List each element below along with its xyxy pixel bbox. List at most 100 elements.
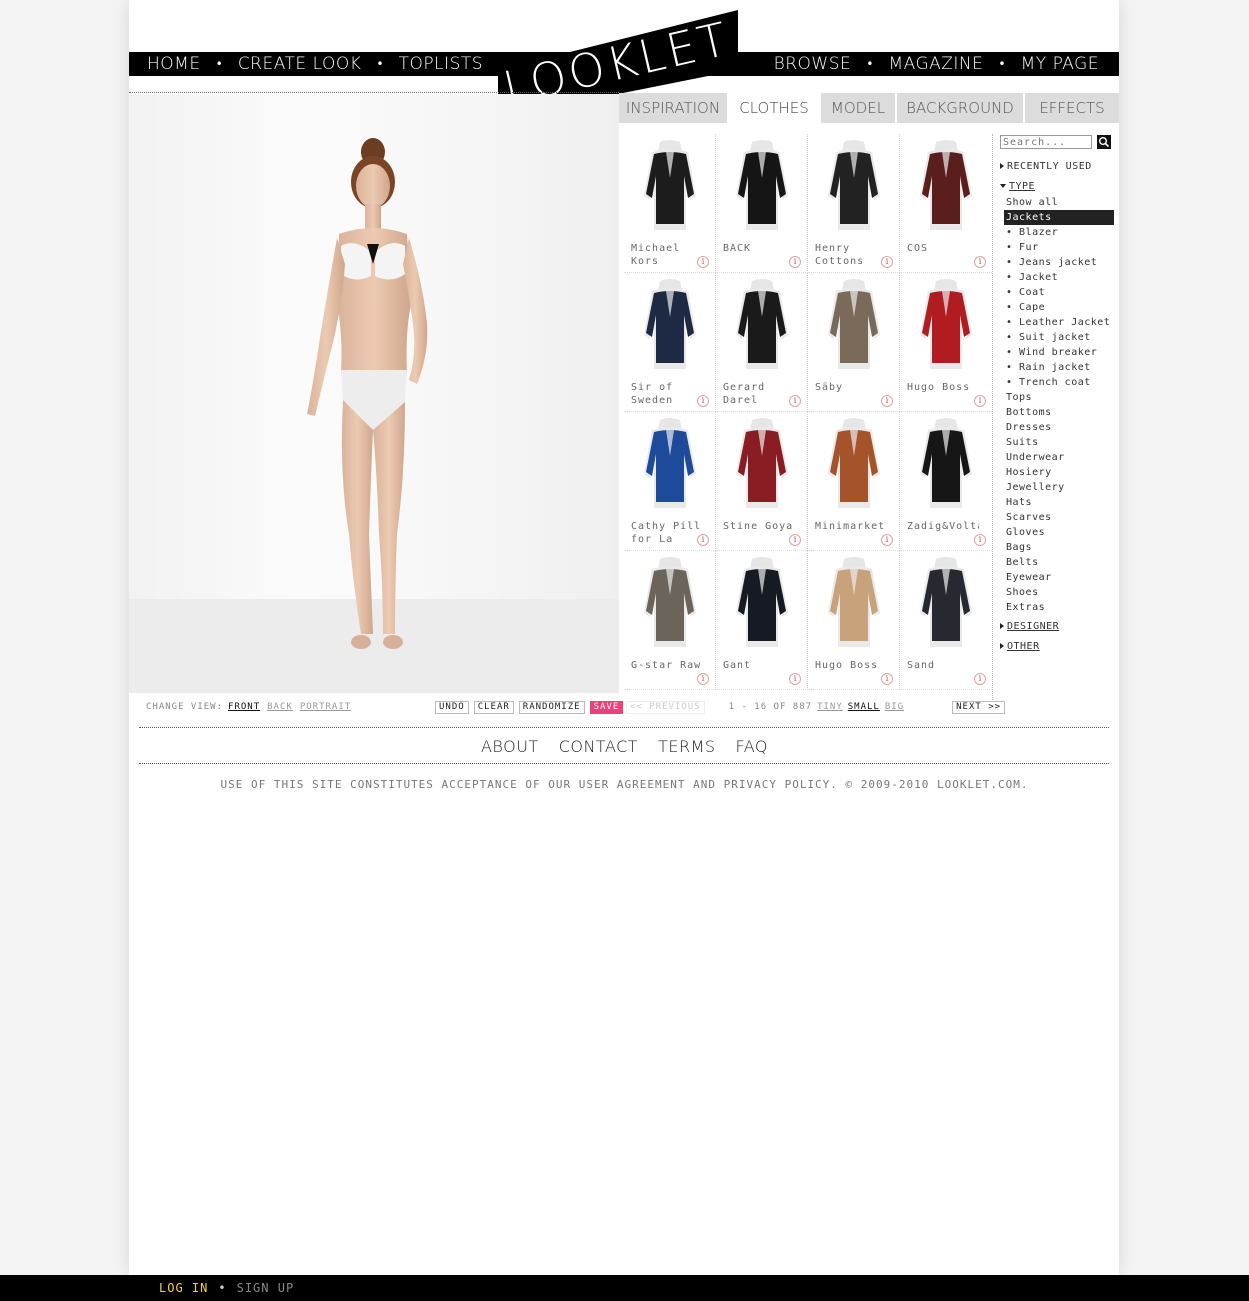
- type-item[interactable]: Hats: [1000, 495, 1115, 510]
- size-tiny[interactable]: TINY: [817, 702, 843, 712]
- garment-item[interactable]: Stine Goya i: [716, 412, 808, 551]
- recently-used-toggle[interactable]: RECENTLY USED: [1000, 160, 1115, 172]
- search-icon[interactable]: [1097, 135, 1111, 149]
- type-item[interactable]: Jackets: [1004, 210, 1114, 225]
- type-item[interactable]: • Jacket: [1000, 270, 1115, 285]
- info-icon[interactable]: i: [789, 256, 801, 268]
- nav-my-page[interactable]: MY PAGE: [1021, 54, 1099, 74]
- randomize-button[interactable]: RANDOMIZE: [518, 700, 585, 714]
- info-icon[interactable]: i: [881, 395, 893, 407]
- nav-magazine[interactable]: MAGAZINE: [888, 54, 983, 74]
- info-icon[interactable]: i: [697, 534, 709, 546]
- view-portrait[interactable]: PORTRAIT: [300, 702, 351, 712]
- tab-effects[interactable]: EFFECTS: [1025, 93, 1119, 123]
- garment-item[interactable]: G-star Raw i: [624, 551, 716, 690]
- type-item[interactable]: • Coat: [1000, 285, 1115, 300]
- type-item[interactable]: Underwear: [1000, 450, 1115, 465]
- info-icon[interactable]: i: [697, 256, 709, 268]
- nav-home[interactable]: HOME: [147, 54, 201, 74]
- type-item[interactable]: Dresses: [1000, 420, 1115, 435]
- footer-about[interactable]: ABOUT: [481, 737, 539, 756]
- garment-item[interactable]: Sand i: [900, 551, 992, 690]
- info-icon[interactable]: i: [789, 395, 801, 407]
- login-link[interactable]: LOG IN: [159, 1281, 208, 1295]
- type-item[interactable]: • Suit jacket: [1000, 330, 1115, 345]
- type-toggle[interactable]: TYPE: [1000, 180, 1115, 192]
- signup-link[interactable]: SIGN UP: [237, 1281, 295, 1295]
- nav-browse[interactable]: BROWSE: [774, 54, 852, 74]
- type-item[interactable]: Gloves: [1000, 525, 1115, 540]
- garment-item[interactable]: Henry Cottons i: [808, 134, 900, 273]
- info-icon[interactable]: i: [789, 534, 801, 546]
- clear-button[interactable]: CLEAR: [473, 700, 514, 714]
- garment-item[interactable]: Sir of Sweden i: [624, 273, 716, 412]
- type-item[interactable]: • Trench coat: [1000, 375, 1115, 390]
- previous-button[interactable]: << PREVIOUS: [626, 700, 705, 714]
- garment-item[interactable]: Zadig&Voltaire i: [900, 412, 992, 551]
- type-item[interactable]: Bottoms: [1000, 405, 1115, 420]
- type-item[interactable]: Tops: [1000, 390, 1115, 405]
- type-item[interactable]: Suits: [1000, 435, 1115, 450]
- info-icon[interactable]: i: [881, 673, 893, 685]
- garment-item[interactable]: Cathy Pill for La Redoutei: [624, 412, 716, 551]
- size-big[interactable]: BIG: [885, 702, 904, 712]
- undo-button[interactable]: UNDO: [435, 700, 469, 714]
- garment-item[interactable]: Minimarket i: [808, 412, 900, 551]
- garment-item[interactable]: Gant i: [716, 551, 808, 690]
- footer-contact[interactable]: CONTACT: [559, 737, 638, 756]
- type-item[interactable]: • Cape: [1000, 300, 1115, 315]
- tab-model[interactable]: MODEL: [821, 93, 897, 123]
- type-item[interactable]: Belts: [1000, 555, 1115, 570]
- type-item[interactable]: Jewellery: [1000, 480, 1115, 495]
- tab-inspiration[interactable]: INSPIRATION: [619, 93, 729, 123]
- garment-item[interactable]: BACK i: [716, 134, 808, 273]
- type-item[interactable]: • Jeans jacket: [1000, 255, 1115, 270]
- info-icon[interactable]: i: [881, 256, 893, 268]
- info-icon[interactable]: i: [881, 534, 893, 546]
- footer-terms[interactable]: TERMS: [658, 737, 715, 756]
- designer-toggle[interactable]: DESIGNER: [1000, 620, 1115, 632]
- next-button[interactable]: NEXT >>: [952, 700, 1006, 714]
- info-icon[interactable]: i: [974, 673, 986, 685]
- garment-thumbnail: [644, 279, 696, 369]
- filter-sidebar: RECENTLY USED TYPE Show allJackets• Blaz…: [1000, 134, 1115, 652]
- type-item[interactable]: Hosiery: [1000, 465, 1115, 480]
- garment-item[interactable]: Michael Kors i: [624, 134, 716, 273]
- type-item[interactable]: Scarves: [1000, 510, 1115, 525]
- view-back[interactable]: BACK: [267, 702, 293, 712]
- garment-item[interactable]: COS i: [900, 134, 992, 273]
- other-toggle[interactable]: OTHER: [1000, 640, 1115, 652]
- info-icon[interactable]: i: [697, 395, 709, 407]
- tab-clothes[interactable]: CLOTHES: [729, 93, 821, 123]
- garment-thumbnail: [920, 279, 972, 369]
- search-input[interactable]: [1000, 135, 1092, 149]
- garment-item[interactable]: Säby i: [808, 273, 900, 412]
- info-icon[interactable]: i: [974, 395, 986, 407]
- type-item[interactable]: Shoes: [1000, 585, 1115, 600]
- garment-brand: Sand: [907, 660, 936, 671]
- size-small[interactable]: SMALL: [848, 702, 880, 712]
- view-front[interactable]: FRONT: [228, 702, 260, 712]
- info-icon[interactable]: i: [697, 673, 709, 685]
- type-item[interactable]: Bags: [1000, 540, 1115, 555]
- type-item[interactable]: Show all: [1000, 195, 1115, 210]
- nav-create-look[interactable]: CREATE LOOK: [238, 54, 362, 74]
- type-item[interactable]: • Fur: [1000, 240, 1115, 255]
- tab-background[interactable]: BACKGROUND: [897, 93, 1025, 123]
- type-item[interactable]: • Wind breaker: [1000, 345, 1115, 360]
- type-item[interactable]: • Rain jacket: [1000, 360, 1115, 375]
- type-item[interactable]: Eyewear: [1000, 570, 1115, 585]
- type-item[interactable]: Extras: [1000, 600, 1115, 615]
- type-item[interactable]: • Leather Jacket: [1000, 315, 1115, 330]
- info-icon[interactable]: i: [974, 256, 986, 268]
- garment-item[interactable]: Hugo Boss i: [900, 273, 992, 412]
- nav-toplists[interactable]: TOPLISTS: [399, 54, 483, 74]
- garment-item[interactable]: Gerard Darel i: [716, 273, 808, 412]
- garment-item[interactable]: Hugo Boss i: [808, 551, 900, 690]
- model-canvas[interactable]: [129, 94, 619, 693]
- footer-faq[interactable]: FAQ: [736, 737, 769, 756]
- info-icon[interactable]: i: [974, 534, 986, 546]
- type-item[interactable]: • Blazer: [1000, 225, 1115, 240]
- save-button[interactable]: SAVE: [589, 700, 624, 714]
- info-icon[interactable]: i: [789, 673, 801, 685]
